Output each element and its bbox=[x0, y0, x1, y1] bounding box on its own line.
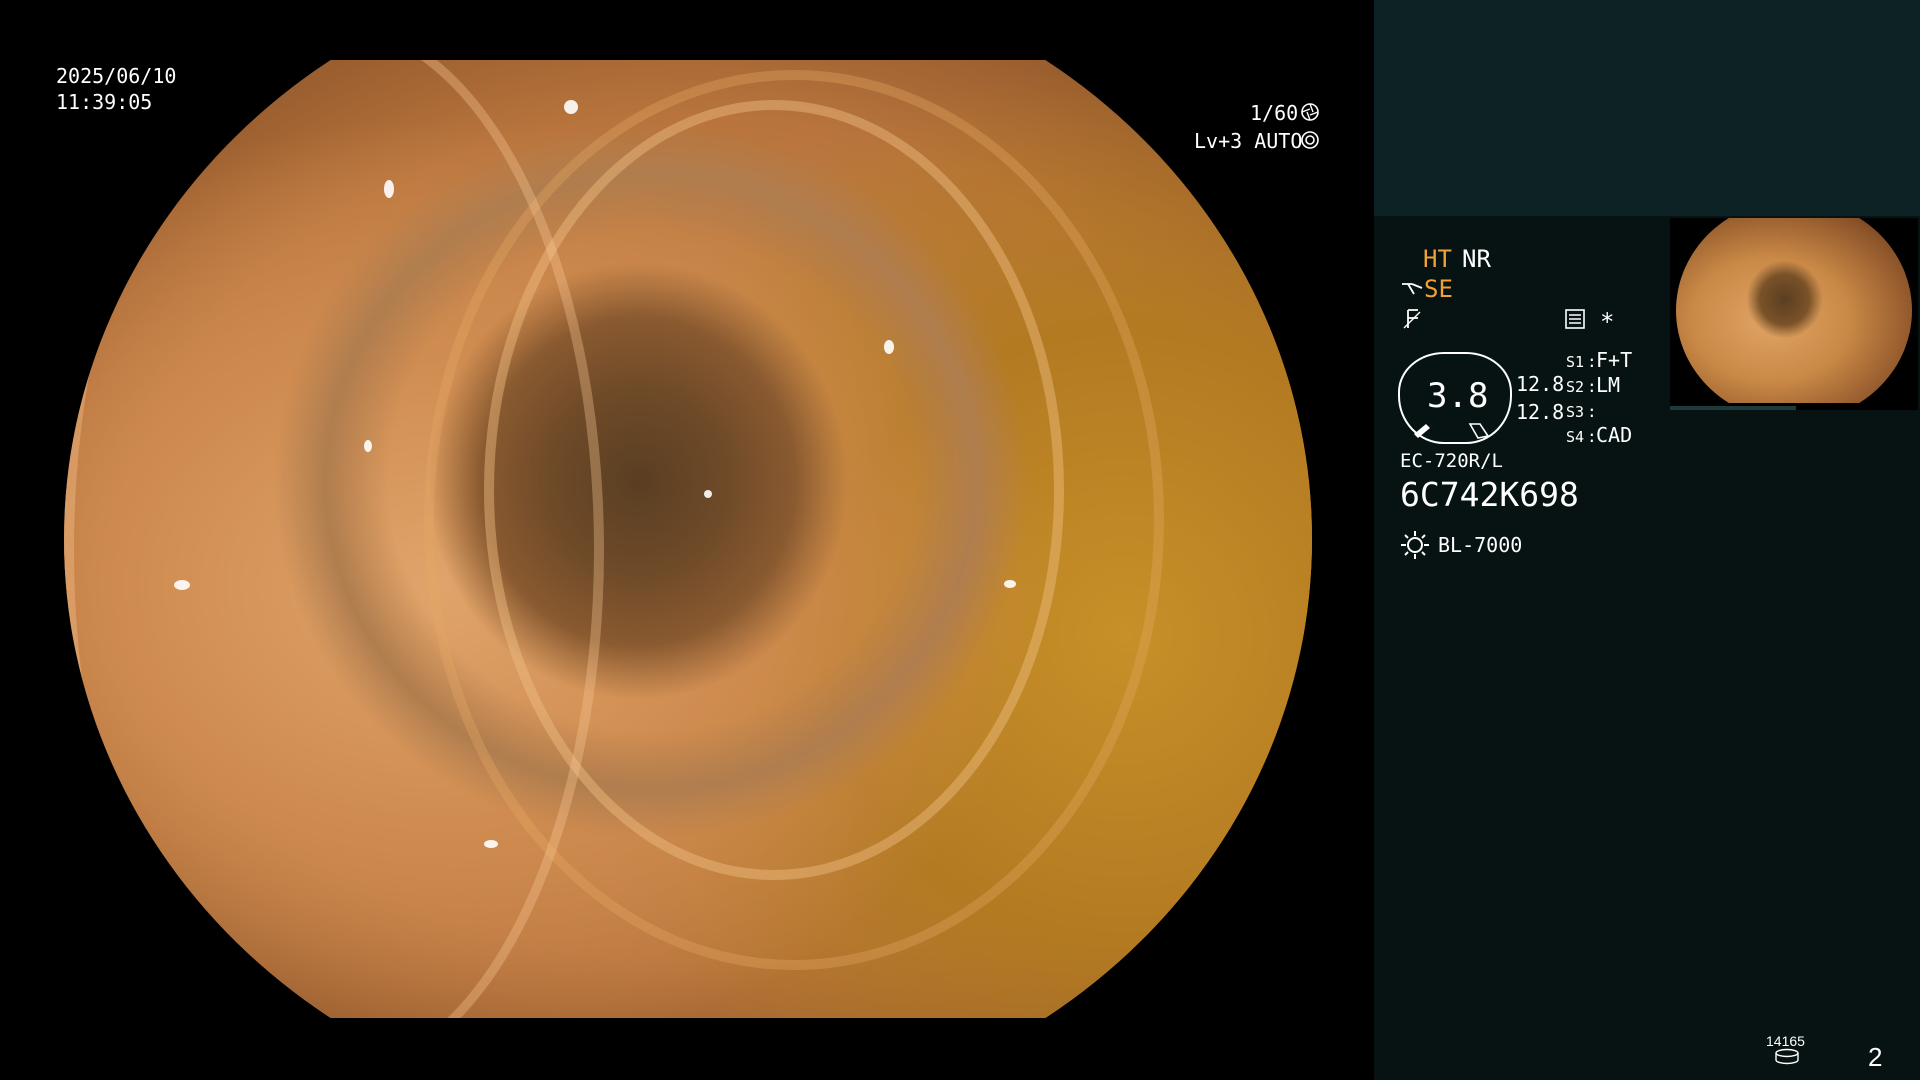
readout-top: 12.8 bbox=[1516, 372, 1565, 396]
star-indicator: * bbox=[1600, 308, 1615, 336]
mucosal-fold bbox=[64, 60, 604, 1018]
exam-time: 11:39:05 bbox=[56, 90, 153, 114]
gauge-value: 3.8 bbox=[1427, 376, 1489, 416]
nr-indicator: NR bbox=[1462, 245, 1491, 273]
glint bbox=[174, 580, 190, 590]
status-panel-header bbox=[1374, 0, 1920, 216]
glint bbox=[364, 440, 372, 452]
glint bbox=[564, 100, 578, 114]
scope-model: EC-720R/L bbox=[1400, 450, 1503, 472]
glint bbox=[484, 840, 498, 848]
disk-icon bbox=[1775, 1048, 1799, 1065]
shutter-speed: 1/60 bbox=[1250, 101, 1299, 125]
se-indicator: SE bbox=[1424, 275, 1453, 303]
endoscope-image bbox=[64, 60, 1312, 1018]
iris-icon bbox=[1301, 131, 1319, 149]
light-source-model: BL-7000 bbox=[1438, 533, 1523, 557]
exposure-level: Lv+3 AUTO bbox=[1194, 129, 1303, 153]
switch-1-label: S1 bbox=[1566, 353, 1585, 371]
image-counter: 14165 bbox=[1766, 1033, 1805, 1049]
aperture-icon bbox=[1301, 103, 1319, 121]
scope-tip-icon bbox=[1402, 283, 1423, 295]
page-number: 2 bbox=[1868, 1042, 1883, 1072]
light-source-icon bbox=[1401, 531, 1429, 559]
glint bbox=[384, 180, 394, 198]
switch-3-label: S3 bbox=[1566, 403, 1585, 421]
endoscope-view: 2025/06/10 11:39:05 1/60 Lv+3 AUTO bbox=[0, 0, 1374, 1080]
gauge-needle-icon bbox=[1414, 423, 1490, 439]
freeze-icon bbox=[1403, 309, 1421, 329]
settings-icon bbox=[1565, 309, 1585, 329]
ht-indicator: HT bbox=[1423, 245, 1452, 273]
reference-thumbnail[interactable] bbox=[1670, 218, 1918, 410]
exam-date: 2025/06/10 bbox=[56, 64, 177, 88]
switch-4-value: CAD bbox=[1596, 423, 1633, 447]
glint bbox=[884, 340, 894, 354]
glint bbox=[704, 490, 712, 498]
readout-bottom: 12.8 bbox=[1516, 400, 1565, 424]
thumbnail-image bbox=[1676, 218, 1912, 403]
switch-2-label: S2 bbox=[1566, 378, 1585, 396]
switch-4-label: S4 bbox=[1566, 428, 1585, 446]
scope-serial: 6C742K698 bbox=[1400, 475, 1579, 514]
switch-2-value: LM bbox=[1596, 373, 1621, 397]
glint bbox=[1004, 580, 1016, 588]
switch-1-value: F+T bbox=[1596, 348, 1633, 372]
